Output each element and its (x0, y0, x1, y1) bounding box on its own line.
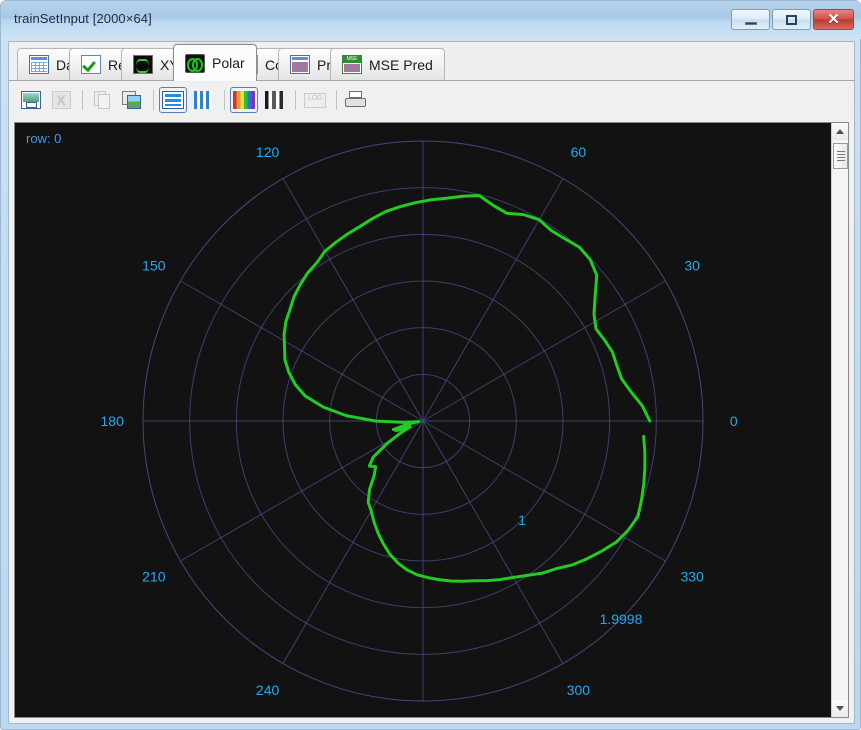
log-scale-button (301, 87, 329, 113)
tab-label: Polar (212, 55, 245, 71)
copy-image-icon (122, 91, 142, 109)
gray-palette-button[interactable] (260, 87, 288, 113)
table-grid-icon (29, 55, 49, 74)
minimize-icon (732, 10, 769, 29)
angle-label-60: 60 (571, 144, 587, 160)
toolbar-separator (295, 90, 296, 110)
excel-export-icon (51, 91, 71, 109)
minimize-button[interactable] (731, 9, 770, 30)
log-scale-icon (304, 92, 326, 108)
copy-icon (94, 91, 110, 109)
polar-chart[interactable]: row: 0 0 30 60 120 150 180 210 240 300 330 1 1.9998 (15, 123, 831, 717)
row-indicator: row: 0 (26, 131, 62, 146)
scroll-up-button[interactable] (832, 123, 848, 140)
toolbar-separator (336, 90, 337, 110)
tab-label: MSE Pred (369, 56, 433, 73)
angle-label-150: 150 (142, 258, 166, 274)
window-title: trainSetInput [2000×64] (14, 11, 152, 26)
angle-label-0: 0 (730, 413, 738, 429)
angle-label-180: 180 (101, 413, 125, 429)
vertical-bars-button[interactable] (189, 87, 217, 113)
tab-bar: DataReportXYPolarConfussionPredictionMSE… (9, 42, 854, 81)
angle-label-330: 330 (680, 568, 704, 584)
angle-label-120: 120 (256, 144, 280, 160)
tab-polar[interactable]: Polar (173, 44, 257, 81)
title-bar[interactable]: trainSetInput [2000×64] ✕ (1, 1, 861, 39)
series-line-0 (282, 193, 652, 583)
mse-grid-icon (342, 55, 362, 74)
save-image-icon (21, 91, 41, 109)
print-icon (345, 90, 367, 110)
toolbar-separator (82, 90, 83, 110)
export-excel-button (47, 87, 75, 113)
client-area: DataReportXYPolarConfussionPredictionMSE… (8, 41, 855, 724)
print-button[interactable] (342, 87, 370, 113)
maximize-button[interactable] (772, 9, 811, 30)
polar-chart-svg: 0 30 60 120 150 180 210 240 300 330 1 1.9998 (101, 140, 738, 702)
polar-plot-icon (185, 53, 205, 73)
scroll-up-arrow-icon (836, 129, 844, 134)
color-palette-icon (233, 91, 255, 109)
gray-palette-icon (265, 91, 283, 109)
copy-image-button[interactable] (118, 87, 146, 113)
scroll-down-button[interactable] (832, 700, 848, 717)
tab-mse-pred[interactable]: MSE Pred (330, 48, 445, 80)
radial-label-1: 1 (518, 512, 526, 528)
toolbar-separator (224, 90, 225, 110)
scroll-down-arrow-icon (836, 706, 844, 711)
prediction-grid-icon (290, 55, 310, 74)
checkmark-icon (81, 55, 101, 74)
horizontal-bars-icon (162, 91, 184, 109)
angle-label-30: 30 (684, 258, 700, 274)
vertical-bars-icon (194, 91, 212, 109)
vertical-scrollbar[interactable] (831, 123, 848, 717)
angle-label-300: 300 (567, 682, 591, 698)
toolbar (9, 81, 854, 119)
scrollbar-thumb[interactable] (833, 143, 848, 169)
copy-button (88, 87, 116, 113)
toolbar-separator (153, 90, 154, 110)
plot-panel: row: 0 0 30 60 120 150 180 210 240 300 330 1 1.9998 (14, 122, 849, 718)
application-window: trainSetInput [2000×64] ✕ DataReportXYPo… (0, 0, 861, 730)
close-icon: ✕ (827, 11, 840, 28)
waveform-icon (133, 55, 153, 74)
close-button[interactable]: ✕ (813, 9, 854, 30)
horizontal-bars-button[interactable] (159, 87, 187, 113)
maximize-icon (773, 10, 810, 29)
radial-label-1.9998: 1.9998 (600, 611, 643, 627)
save-image-button[interactable] (17, 87, 45, 113)
color-palette-button[interactable] (230, 87, 258, 113)
angle-label-240: 240 (256, 682, 280, 698)
angle-label-210: 210 (142, 568, 166, 584)
